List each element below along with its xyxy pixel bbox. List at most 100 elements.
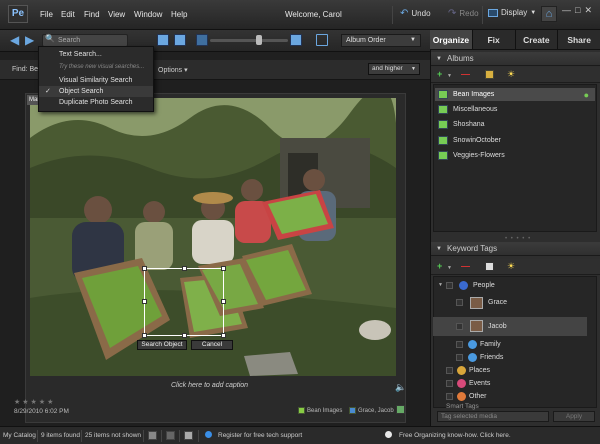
items-found: 9 items found [41,432,81,439]
resize-handle[interactable] [142,333,147,338]
tab-share[interactable]: Share [558,30,600,49]
resize-handle[interactable] [221,299,226,304]
album-item[interactable]: Miscellaneous [435,103,595,116]
album-icon [438,151,448,160]
tag-category-people[interactable]: ▼ People [438,279,590,292]
star-rating[interactable]: ★★★★★ [14,398,55,406]
menu-help[interactable]: Help [171,10,187,19]
menu-window[interactable]: Window [134,10,162,19]
tag-item-friends[interactable]: Friends [440,351,590,364]
menu-item-object-search[interactable]: ✓ Object Search [39,86,153,97]
menu-find[interactable]: Find [84,10,100,19]
albums-header[interactable]: ▼ Albums [431,52,600,66]
delete-tag-icon[interactable]: — [461,261,470,271]
options-label: Options [158,67,183,74]
menu-edit[interactable]: Edit [61,10,75,19]
minimize-icon[interactable]: — [562,5,571,16]
delete-album-icon[interactable]: — [461,69,470,79]
maximize-icon[interactable]: □ [575,5,580,16]
full-screen-icon[interactable] [316,34,328,46]
tag-checkbox[interactable] [446,282,453,289]
lock-icon[interactable] [166,431,175,440]
caption-field[interactable]: Click here to add caption [171,382,248,389]
resize-handle[interactable] [182,333,187,338]
tag-checkbox[interactable] [456,323,463,330]
organizing-link[interactable]: Free Organizing know-how. Click here. [399,432,511,439]
back-arrow-icon[interactable]: ◀ [10,33,19,47]
tag-item-family[interactable]: Family [440,338,590,351]
audio-caption-icon[interactable]: 🔈 [395,382,406,393]
lightbulb-icon[interactable]: ☀ [507,261,515,272]
cancel-button[interactable]: Cancel [191,340,233,350]
resize-handle[interactable] [142,299,147,304]
add-album-icon[interactable]: + [437,69,442,79]
album-item[interactable]: Shoshana [435,118,595,131]
tag-category-other[interactable]: Other [440,390,590,403]
tag-category-places[interactable]: Places [440,364,590,377]
close-icon[interactable]: ✕ [584,5,592,16]
tag-category-smart-tags[interactable]: Smart Tags [440,403,590,411]
thumbnail-small-icon[interactable] [196,34,208,46]
album-icon [438,136,448,145]
edit-icon[interactable] [396,405,405,414]
menu-view[interactable]: View [108,10,125,19]
album-item[interactable]: Veggies-Flowers [435,149,595,162]
tag-item-grace[interactable]: Grace [440,296,590,309]
tab-fix[interactable]: Fix [473,30,516,49]
photo-tag-label: Bean Images [307,407,343,414]
chevron-down-icon[interactable]: ▼ [447,73,452,79]
display-label: Display [501,8,528,17]
album-label: Miscellaneous [453,106,498,113]
info-dot-icon [205,431,212,438]
register-link[interactable]: Register for free tech support [218,432,302,439]
album-item[interactable]: SnowinOctober [435,134,595,147]
redo-button[interactable]: ↷ Redo [448,8,479,19]
tag-checkbox[interactable] [456,354,463,361]
sync-icon[interactable] [184,431,193,440]
film-strip-icon[interactable] [148,431,157,440]
tag-label: Jacob [488,323,507,330]
undo-button[interactable]: ↶ Undo [400,8,431,19]
thumbnail-large-icon[interactable] [290,34,302,46]
view-date-icon[interactable] [174,34,186,46]
menu-item-text-search[interactable]: Text Search... [39,49,153,60]
tag-item-jacob[interactable]: Jacob [433,317,587,336]
menu-item-duplicate-photo[interactable]: Duplicate Photo Search [39,97,153,108]
object-selection-box[interactable] [142,266,226,338]
album-item[interactable]: Bean Images ● [435,88,595,101]
tab-organize[interactable]: Organize [430,30,473,49]
tag-checkbox[interactable] [456,299,463,306]
chevron-down-icon[interactable]: ▼ [447,265,452,271]
zoom-slider-knob[interactable] [256,35,262,45]
options-menu[interactable]: Options ▾ [158,66,188,74]
lightbulb-icon[interactable]: ☀ [507,69,515,80]
tab-create[interactable]: Create [516,30,559,49]
home-icon[interactable]: ⌂ [541,6,557,22]
search-object-button[interactable]: Search Object [137,340,187,350]
add-tag-icon[interactable]: + [437,261,442,271]
zoom-slider[interactable] [210,39,288,42]
apply-button[interactable]: Apply [553,411,595,422]
tag-category-events[interactable]: Events [440,377,590,390]
display-button[interactable]: Display ▼ [488,8,536,17]
edit-album-icon[interactable] [485,70,494,79]
tag-checkbox[interactable] [446,393,453,400]
menu-item-visual-similarity[interactable]: Visual Similarity Search [39,75,153,86]
view-grid-icon[interactable] [157,34,169,46]
tag-checkbox[interactable] [446,380,453,387]
forward-arrow-icon[interactable]: ▶ [25,33,34,47]
resize-handle[interactable] [221,333,226,338]
tag-checkbox[interactable] [446,367,453,374]
resize-handle[interactable] [142,266,147,271]
menu-file[interactable]: File [40,10,53,19]
catalog-name[interactable]: My Catalog [3,432,36,439]
resize-handle[interactable] [182,266,187,271]
albums-title: Albums [447,54,474,63]
tag-checkbox[interactable] [456,341,463,348]
keyword-tags-header[interactable]: ▼ Keyword Tags [431,242,600,256]
rating-filter-select[interactable]: and higher ▼ [368,63,420,75]
people-view-icon[interactable] [485,262,494,271]
sort-order-select[interactable]: Album Order ▼ [341,34,421,47]
tag-selected-media-input[interactable]: Tag selected media [437,411,549,422]
resize-handle[interactable] [221,266,226,271]
